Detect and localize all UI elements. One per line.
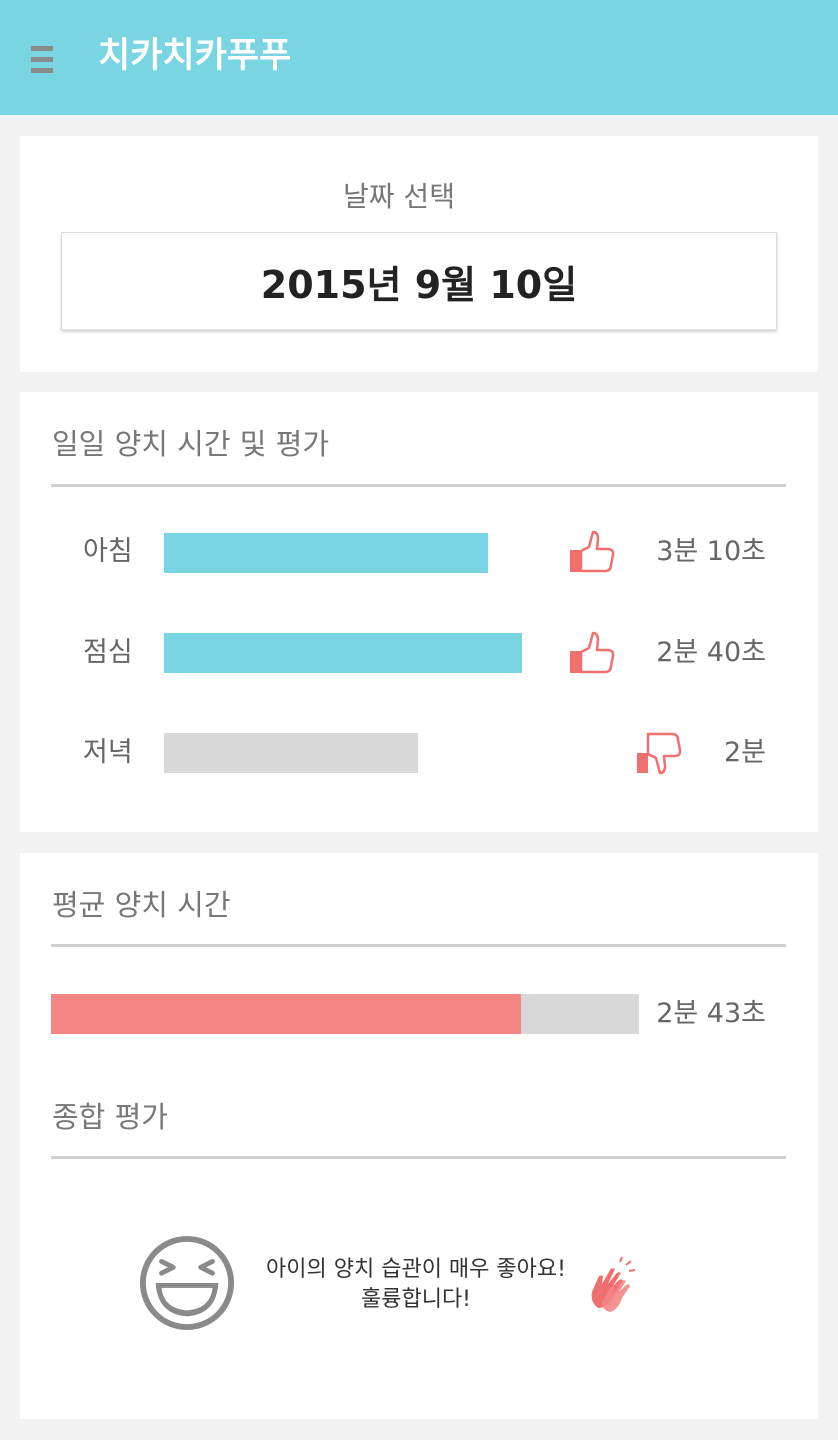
row-label-lunch: 점심	[83, 637, 133, 668]
thumbs-up-icon	[570, 530, 615, 573]
summary-card	[20, 853, 818, 1419]
daily-divider	[51, 484, 786, 487]
dinner-time-bar	[164, 733, 418, 773]
evaluation-line-2: 훌륭합니다!	[360, 1287, 472, 1312]
thumbs-down-icon	[637, 732, 682, 775]
overall-divider	[51, 1156, 786, 1159]
overall-evaluation-message: 아이의 양치 습관이 매우 좋아요! 훌륭합니다!	[246, 1255, 586, 1315]
average-divider	[51, 944, 786, 947]
row-time-dinner: 2분	[723, 737, 766, 768]
row-label-morning: 아침	[83, 536, 133, 567]
app-title: 치카치카푸푸	[98, 36, 292, 76]
morning-time-bar	[164, 533, 488, 573]
date-select-label: 날짜 선택	[343, 180, 455, 213]
daily-section-title: 일일 양치 시간 및 평가	[52, 427, 329, 461]
clapping-hands-icon	[591, 1256, 636, 1312]
app-bar: 치카치카푸푸	[0, 0, 838, 115]
row-label-dinner: 저녁	[83, 737, 133, 768]
hamburger-menu-icon[interactable]	[31, 46, 53, 74]
date-picker-button[interactable]: 2015년 9월 10일	[61, 232, 777, 330]
average-time-fill	[51, 994, 521, 1034]
row-time-morning: 3분 10초	[656, 536, 766, 567]
evaluation-line-1: 아이의 양치 습관이 매우 좋아요!	[266, 1257, 566, 1282]
average-time-value: 2분 43초	[656, 998, 766, 1029]
thumbs-up-icon	[570, 631, 615, 674]
lunch-time-bar	[164, 633, 522, 673]
row-time-lunch: 2분 40초	[656, 637, 766, 668]
laughing-face-icon	[139, 1235, 235, 1331]
selected-date: 2015년 9월 10일	[260, 262, 578, 307]
average-section-title: 평균 양치 시간	[52, 888, 231, 922]
overall-section-title: 종합 평가	[52, 1100, 168, 1134]
average-time-track	[51, 994, 639, 1034]
